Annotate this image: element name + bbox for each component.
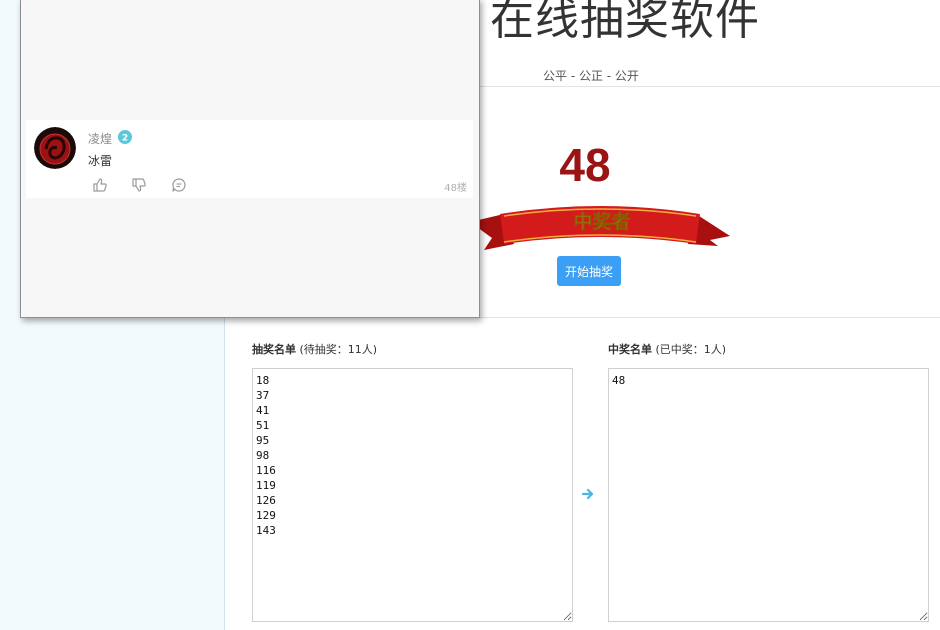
page-title: 在线抽奖软件 <box>490 0 760 45</box>
comment-text: 冰雷 <box>88 154 113 168</box>
thumbs-down-icon[interactable] <box>131 177 147 193</box>
avatar-icon <box>34 127 76 169</box>
avatar[interactable] <box>34 127 76 169</box>
winner-number-display: 48 <box>559 139 611 191</box>
level-number: 2 <box>122 134 128 144</box>
winner-ribbon-banner: 中奖者 <box>470 206 730 250</box>
comment-username[interactable]: 凌煌 <box>88 130 112 147</box>
pool-list-textarea[interactable]: 18 37 41 51 95 98 116 119 126 129 143 <box>252 368 573 622</box>
winners-label-title: 中奖名单 <box>608 343 652 356</box>
floor-number: 48楼 <box>444 183 467 194</box>
thumbs-up-icon[interactable] <box>92 177 108 193</box>
winners-list-textarea[interactable]: 48 <box>608 368 929 622</box>
arrow-right-icon <box>582 488 594 500</box>
winners-count-status: (已中奖：1人) <box>652 343 727 356</box>
level-badge-icon: 2 <box>118 130 132 144</box>
pool-label-title: 抽奖名单 <box>252 343 296 356</box>
page-subtitle: 公平 - 公正 - 公开 <box>543 69 639 83</box>
comment-popup-window[interactable]: 凌煌 2 冰雷 48楼 <box>20 0 480 318</box>
pool-list-label: 抽奖名单 (待抽奖：11人) <box>252 341 377 357</box>
reply-bubble-icon[interactable] <box>171 177 187 193</box>
comment-item: 凌煌 2 冰雷 48楼 <box>26 120 473 198</box>
pool-count-status: (待抽奖：11人) <box>296 343 378 356</box>
winners-list-label: 中奖名单 (已中奖：1人) <box>608 341 726 357</box>
ribbon-text: 中奖者 <box>573 210 630 233</box>
start-draw-button[interactable]: 开始抽奖 <box>557 256 621 286</box>
